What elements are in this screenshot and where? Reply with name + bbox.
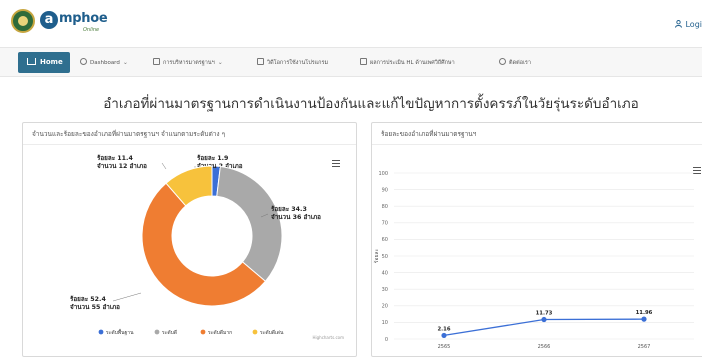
x-tick-label: 2566 (538, 344, 551, 350)
legend-label: ระดับดีมาก (208, 329, 232, 336)
legend-marker (98, 329, 104, 335)
legend-marker (252, 329, 258, 335)
chart-credit: Highcharts.com (312, 335, 345, 340)
chevron-down-icon: ⌄ (217, 59, 223, 66)
x-tick-label: 2567 (638, 344, 651, 350)
nav-home[interactable]: Home (18, 52, 70, 73)
legend-marker (154, 329, 160, 335)
y-tick-label: 0 (385, 337, 388, 343)
data-label-percent: ร้อยละ 52.4 (70, 294, 106, 303)
main-nav: Home Dashboard ⌄ การบริหารมาตรฐานฯ ⌄ วิดีโ… (0, 47, 702, 77)
y-tick-label: 30 (382, 287, 388, 293)
y-tick-label: 90 (382, 187, 388, 193)
y-tick-label: 10 (382, 320, 388, 326)
data-label-connector (112, 292, 142, 302)
nav-dashboard-label: Dashboard (90, 60, 120, 66)
y-tick-label: 70 (382, 221, 388, 227)
data-label-count: จำนวน 36 อำเภอ (271, 213, 321, 221)
login-link[interactable]: Logi (675, 20, 702, 29)
y-tick-label: 20 (382, 304, 388, 310)
square-icon (360, 58, 367, 65)
y-tick-label: 40 (382, 270, 388, 276)
nav-manage-standards[interactable]: การบริหารมาตรฐานฯ ⌄ (153, 58, 223, 67)
nav-contact[interactable]: ติดต่อเรา (499, 58, 531, 67)
nav-hl-label: ผลการประเมิน HL ด้านเพศวิถีศึกษา (370, 60, 455, 66)
top-bar: a mphoe Online Logi (0, 0, 702, 42)
amphoe-logo-letter: a (40, 11, 58, 29)
y-tick-label: 60 (382, 237, 388, 243)
data-label-connector (161, 162, 167, 170)
y-tick-label: 100 (378, 171, 388, 177)
ministry-seal-logo (11, 9, 35, 33)
data-value-label: 2.16 (437, 326, 450, 332)
nav-manage-label: การบริหารมาตรฐานฯ (163, 60, 215, 66)
document-icon (153, 58, 160, 65)
nav-manual[interactable]: วิดีโอการใช้งานโปรแกรม (257, 58, 328, 67)
pie-slice (216, 165, 283, 282)
data-label-percent: ร้อยละ 11.4 (97, 153, 133, 162)
pie-chart-panel: จำนวนและร้อยละของอำเภอที่ผ่านมาตรฐานฯ จำ… (22, 122, 357, 357)
data-point (441, 332, 447, 339)
amphoe-logo-word: mphoe (59, 11, 108, 26)
chat-icon (499, 58, 506, 65)
x-tick-label: 2565 (438, 344, 451, 350)
login-label: Logi (685, 20, 702, 29)
legend-marker (200, 329, 206, 335)
data-label-percent: ร้อยละ 1.9 (197, 153, 228, 162)
y-tick-label: 50 (382, 254, 388, 260)
pie-chart: ร้อยละ 1.9จำนวน 2 อำเภอร้อยละ 34.3จำนวน … (70, 153, 321, 336)
line-chart: 0 10 20 30 40 50 60 70 80 90 100 ร้อยละ 2.16 2565 11.7… (373, 171, 694, 350)
nav-hl-results[interactable]: ผลการประเมิน HL ด้านเพศวิถีศึกษา (360, 58, 455, 67)
nav-contact-label: ติดต่อเรา (509, 60, 531, 66)
y-axis-label: ร้อยละ (373, 249, 380, 264)
nav-home-label: Home (40, 58, 63, 66)
nav-dashboard[interactable]: Dashboard ⌄ (80, 58, 128, 66)
data-label-count: จำนวน 12 อำเภอ (97, 162, 147, 170)
data-point (541, 316, 547, 323)
user-icon (675, 20, 683, 28)
chevron-down-icon: ⌄ (122, 59, 128, 66)
clock-icon (80, 58, 87, 65)
y-tick-label: 80 (382, 204, 388, 210)
nav-manual-label: วิดีโอการใช้งานโปรแกรม (267, 60, 329, 66)
data-value-label: 11.96 (636, 310, 653, 316)
home-icon (27, 58, 36, 65)
data-value-label: 11.73 (536, 311, 553, 317)
page-title: อำเภอที่ผ่านมาตรฐานการดำเนินงานป้องกันแล… (103, 96, 639, 112)
data-point (641, 316, 647, 322)
legend-label: ระดับดีเด่น (260, 329, 284, 336)
video-icon (257, 58, 264, 65)
data-label-count: จำนวน 55 อำเภอ (70, 303, 120, 311)
legend-label: ระดับดี (162, 329, 177, 336)
amphoe-logo-sub: Online (83, 27, 100, 33)
line-chart-panel: ร้อยละของอำเภอที่ผ่านมาตรฐานฯ 0 10 20 30 40 5… (371, 122, 702, 357)
data-label-percent: ร้อยละ 34.3 (271, 204, 307, 213)
legend-label: ระดับพื้นฐาน (106, 327, 134, 336)
